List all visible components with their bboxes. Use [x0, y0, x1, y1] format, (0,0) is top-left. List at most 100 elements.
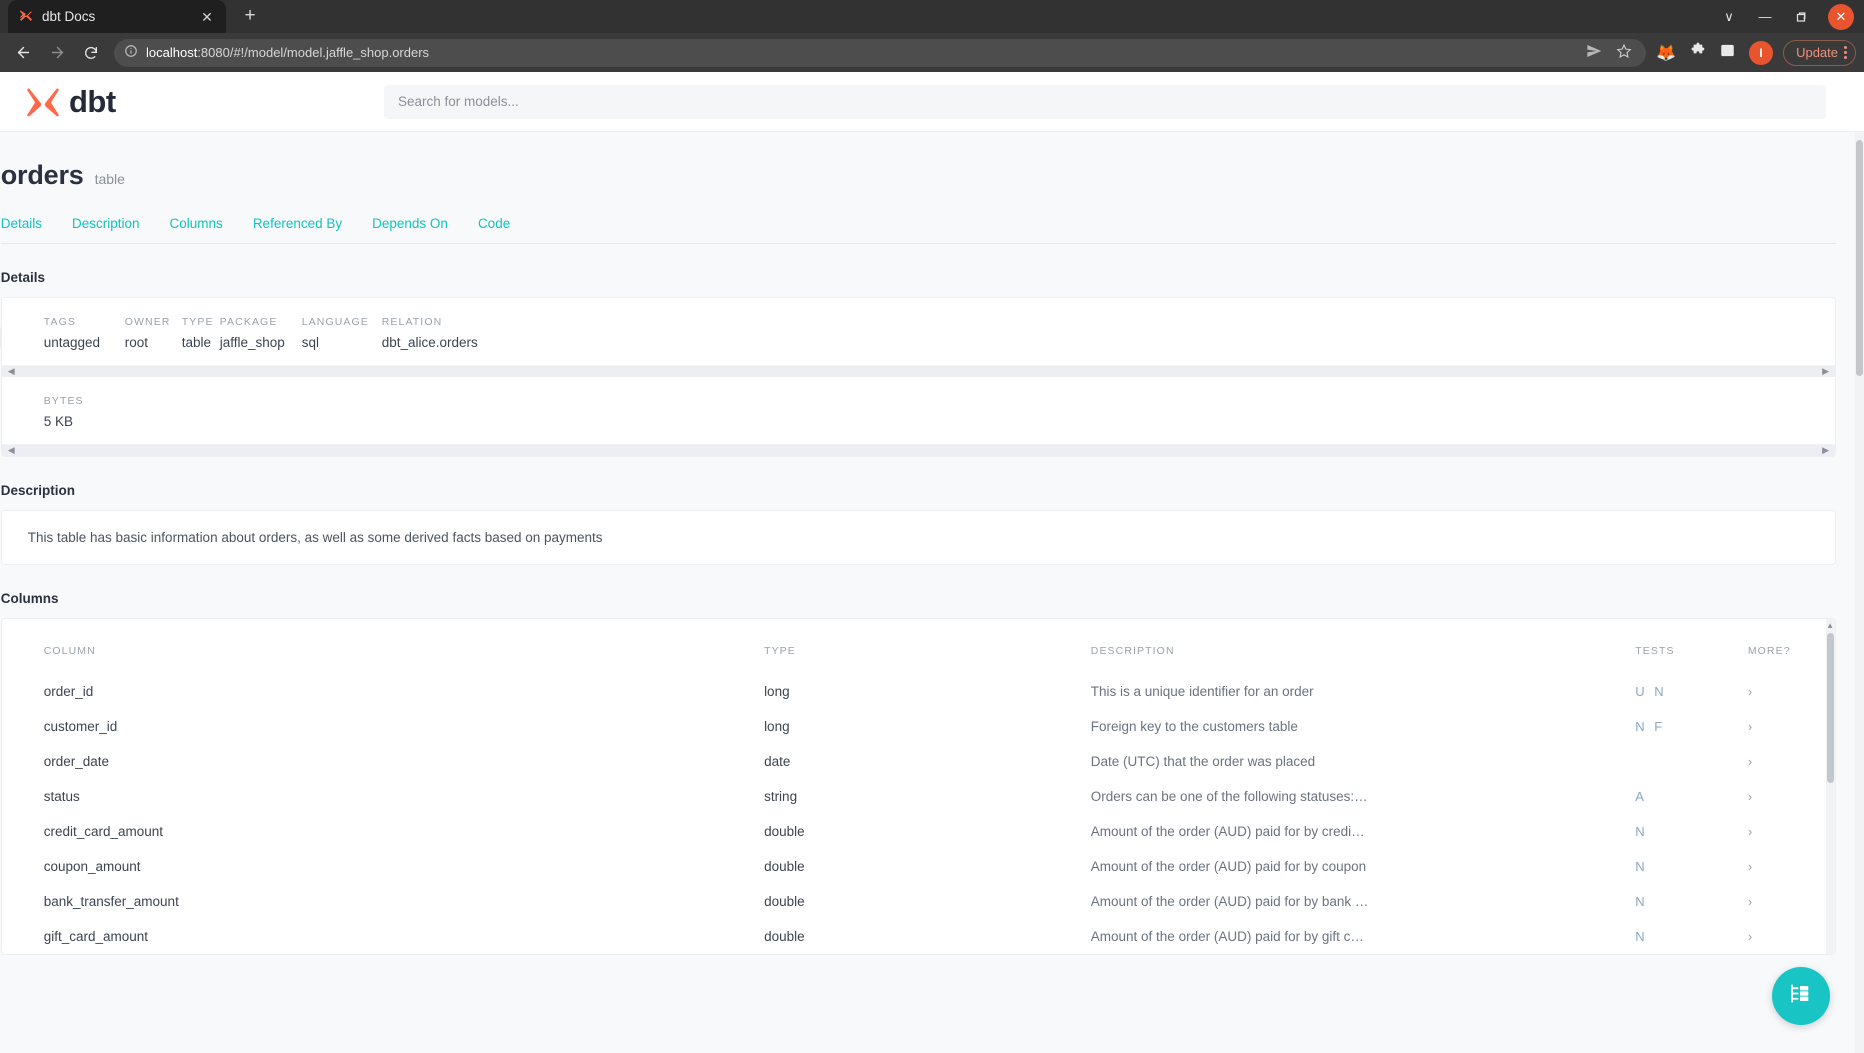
cell-type: double [764, 929, 805, 944]
expand-row-icon[interactable]: › [1748, 779, 1835, 814]
url-path: :8080/#!/model/model.jaffle_shop.orders [197, 45, 430, 60]
cell-description: Foreign key to the customers table [1090, 719, 1298, 734]
table-row[interactable]: customer_id long Foreign key to the cust… [2, 709, 1835, 744]
table-row[interactable]: credit_card_amount double Amount of the … [2, 814, 1835, 849]
details-card: TAGS untagged OWNER root TYPE table PACK… [0, 297, 1836, 457]
expand-row-icon[interactable]: › [1748, 709, 1835, 744]
table-row[interactable]: order_date date Date (UTC) that the orde… [2, 744, 1835, 779]
expand-row-icon[interactable]: › [1748, 884, 1835, 919]
expand-row-icon[interactable]: › [1748, 919, 1835, 954]
expand-row-icon[interactable]: › [1748, 674, 1835, 709]
cell-column: order_date [43, 754, 110, 769]
detail-value: dbt_alice.orders [381, 335, 478, 350]
expand-row-icon[interactable]: › [1748, 849, 1835, 884]
header-description: DESCRIPTION [1090, 645, 1175, 657]
window-close-button[interactable]: ✕ [1828, 3, 1854, 30]
site-info-icon[interactable] [124, 44, 138, 61]
tab-depends-on[interactable]: Depends On [372, 216, 448, 231]
back-arrow-icon[interactable] [8, 38, 38, 68]
minimize-button[interactable]: — [1748, 2, 1782, 32]
forward-arrow-icon[interactable] [42, 38, 72, 68]
table-header-row: COLUMN TYPE DESCRIPTION TESTS MORE? [2, 619, 1835, 674]
scroll-left-icon[interactable]: ◀ [8, 446, 15, 455]
table-row[interactable]: bank_transfer_amount double Amount of th… [2, 884, 1835, 919]
cell-column: gift_card_amount [43, 929, 149, 944]
cell-type: double [764, 894, 805, 909]
tab-columns[interactable]: Columns [170, 216, 223, 231]
cell-type: long [764, 684, 790, 699]
tab-code[interactable]: Code [478, 216, 510, 231]
address-bar[interactable]: localhost:8080/#!/model/model.jaffle_sho… [114, 38, 1647, 67]
sidepanel-icon[interactable] [1720, 43, 1735, 63]
update-button[interactable]: Update [1783, 39, 1856, 66]
details-row-1: TAGS untagged OWNER root TYPE table PACK… [2, 298, 1835, 365]
new-tab-button[interactable]: + [236, 2, 264, 30]
maximize-button[interactable] [1784, 2, 1818, 32]
scroll-right-icon[interactable]: ▶ [1822, 446, 1829, 455]
expand-row-icon[interactable]: › [1748, 744, 1835, 779]
table-row[interactable]: gift_card_amount double Amount of the or… [2, 919, 1835, 954]
expand-row-icon[interactable]: › [1748, 814, 1835, 849]
table-row[interactable]: order_id long This is a unique identifie… [2, 674, 1835, 709]
table-row[interactable]: coupon_amount double Amount of the order… [2, 849, 1835, 884]
detail-type: TYPE table [182, 316, 220, 350]
detail-value: table [181, 335, 212, 350]
cell-description: Orders can be one of the following statu… [1090, 789, 1368, 804]
page-content: dbt Search for models... Overview Projec… [0, 72, 1864, 1053]
scroll-up-icon[interactable]: ▲ [1826, 621, 1834, 630]
columns-heading: Columns [0, 591, 59, 606]
tab-referenced-by[interactable]: Referenced By [253, 216, 342, 231]
scroll-right-icon[interactable]: ▶ [1822, 367, 1829, 376]
scroll-left-icon[interactable]: ◀ [8, 367, 15, 376]
page-title: orders table [1, 160, 1836, 191]
columns-vertical-scrollbar[interactable]: ▲ [1825, 619, 1835, 954]
metamask-extension-icon[interactable]: 🦊 [1656, 43, 1676, 63]
cell-description: Amount of the order (AUD) paid for by ba… [1090, 894, 1369, 909]
chevron-down-icon[interactable]: ∨ [1712, 2, 1746, 32]
header-type: TYPE [764, 645, 796, 657]
cell-tests: A [1635, 789, 1647, 804]
scrollbar-thumb[interactable] [1855, 140, 1863, 376]
cell-column: order_id [43, 684, 94, 699]
detail-value: sql [301, 335, 319, 350]
dbt-logo-icon [18, 9, 34, 25]
page-vertical-scrollbar[interactable] [1854, 132, 1864, 1053]
tab-details[interactable]: Details [1, 216, 42, 231]
search-placeholder: Search for models... [398, 94, 519, 109]
details-horizontal-scrollbar-1[interactable]: ◀ ▶ [1, 365, 1835, 377]
close-icon[interactable]: ✕ [198, 8, 216, 26]
scrollbar-thumb[interactable] [1826, 633, 1834, 783]
extensions-puzzle-icon[interactable] [1690, 42, 1706, 63]
detail-value: root [124, 335, 148, 350]
detail-key: TYPE [181, 316, 214, 328]
avatar[interactable]: I [1749, 40, 1774, 65]
detail-key: OWNER [124, 316, 171, 328]
cell-tests: N [1635, 824, 1648, 839]
cell-tests: N [1635, 894, 1648, 909]
header-column: COLUMN [43, 645, 96, 657]
details-horizontal-scrollbar-2[interactable]: ◀ ▶ [1, 444, 1835, 456]
browser-tab[interactable]: dbt Docs ✕ [8, 0, 226, 33]
cell-column: bank_transfer_amount [43, 894, 179, 909]
dbt-logo-icon [24, 83, 62, 121]
description-card: This table has basic information about o… [0, 510, 1836, 565]
browser-toolbar: localhost:8080/#!/model/model.jaffle_sho… [0, 33, 1864, 72]
cell-description: Date (UTC) that the order was placed [1090, 754, 1316, 769]
search-input[interactable]: Search for models... [384, 84, 1826, 119]
detail-tags: TAGS untagged [44, 316, 125, 350]
share-icon[interactable] [1586, 43, 1602, 62]
detail-value: 5 KB [43, 414, 74, 429]
detail-language: LANGUAGE sql [302, 316, 382, 350]
tab-description[interactable]: Description [72, 216, 140, 231]
cell-tests: N [1635, 859, 1648, 874]
dbt-logo[interactable]: dbt [24, 83, 384, 121]
cell-column: customer_id [43, 719, 118, 734]
cell-description: This is a unique identifier for an order [1090, 684, 1314, 699]
main-content: orders table Details Description Columns… [0, 132, 1864, 955]
kebab-menu-icon[interactable] [1844, 46, 1847, 59]
reload-icon[interactable] [76, 38, 106, 68]
cell-description: Amount of the order (AUD) paid for by cr… [1090, 824, 1365, 839]
star-icon[interactable] [1616, 43, 1632, 62]
table-row[interactable]: status string Orders can be one of the f… [2, 779, 1835, 814]
lineage-graph-button[interactable] [1771, 967, 1830, 1025]
